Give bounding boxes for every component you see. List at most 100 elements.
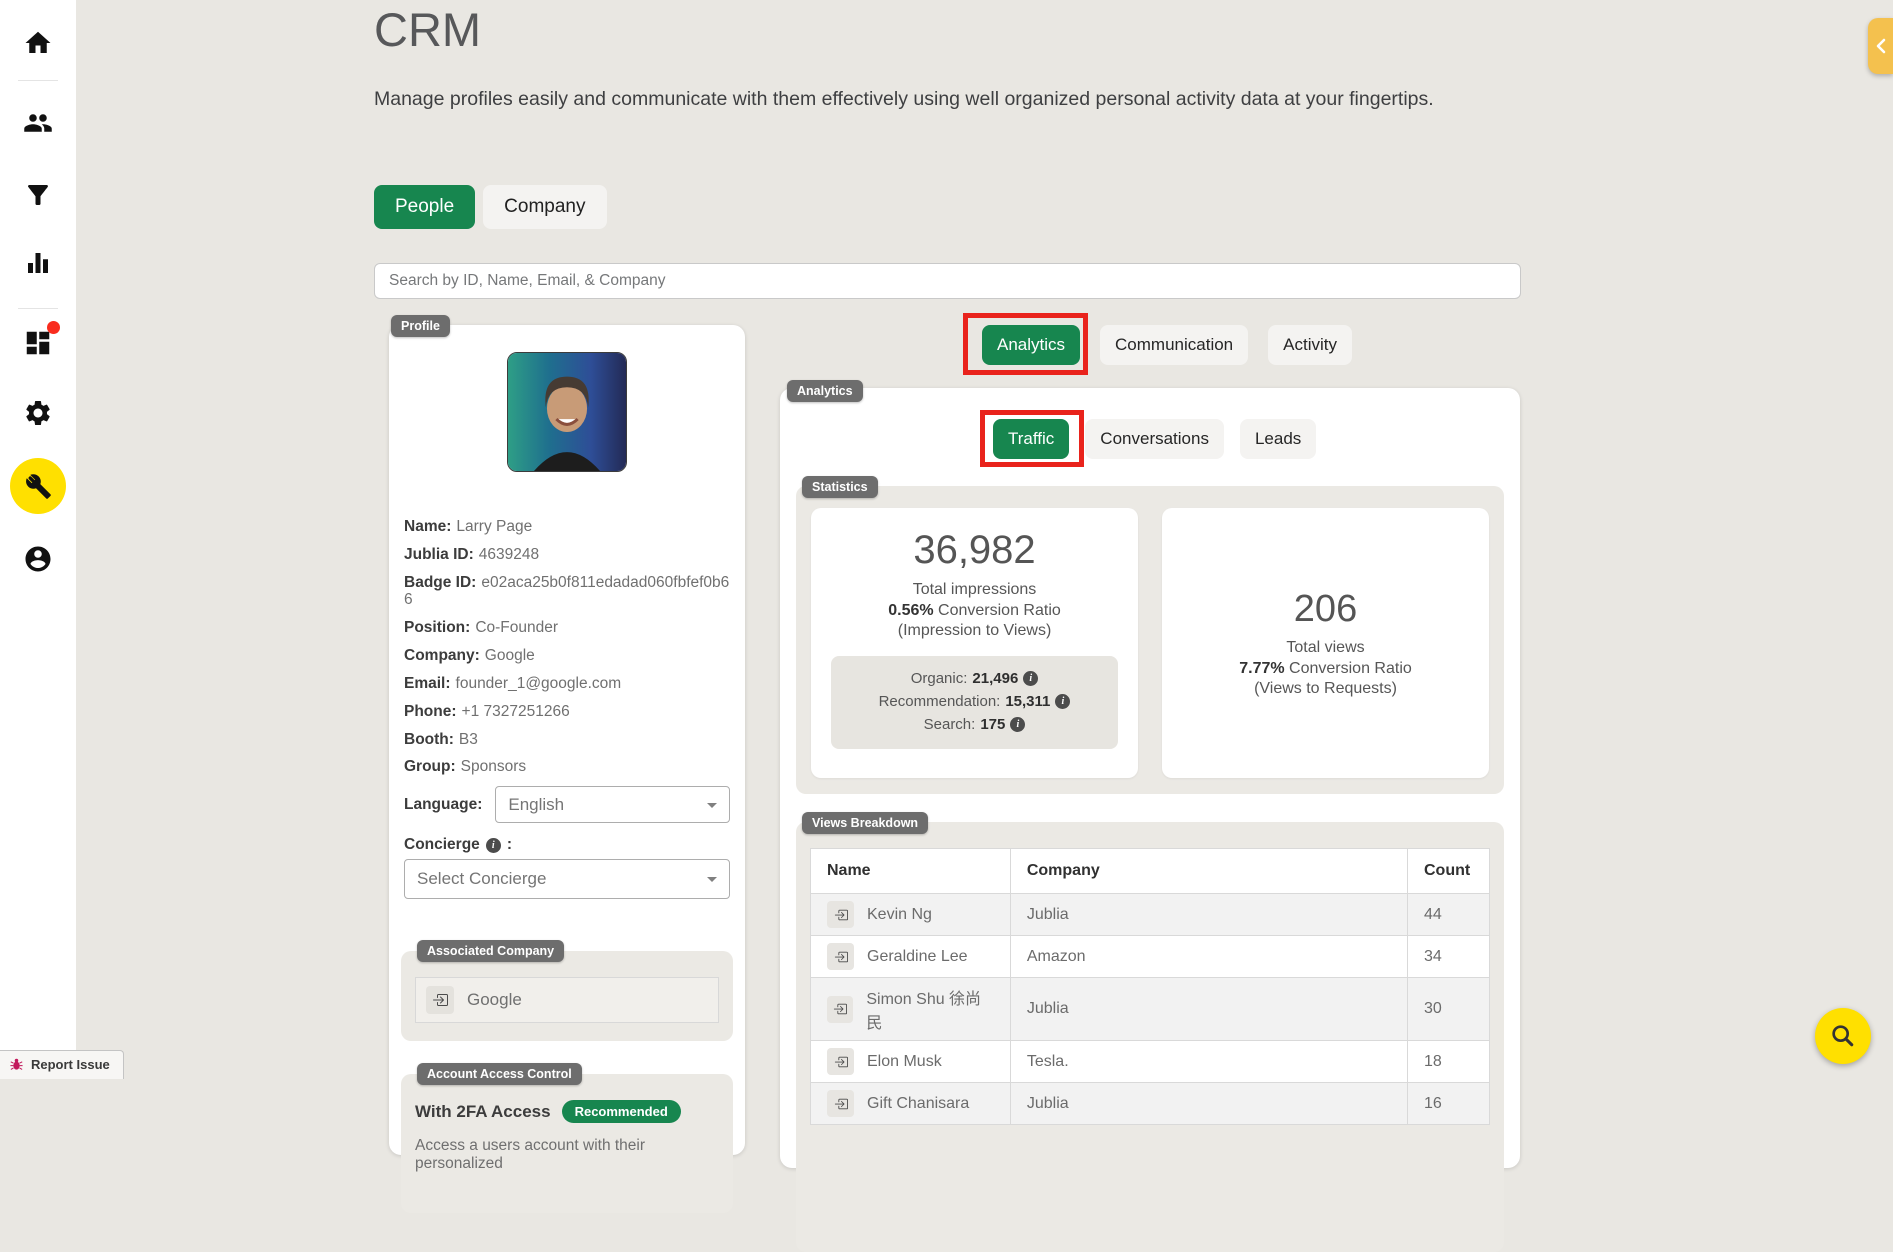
impression-breakdown-line: Search: 175 i [837,716,1112,733]
row-name: Simon Shu 徐尚民 [866,985,994,1033]
entity-toggle: People Company [374,185,607,229]
concierge-label: Concierge [404,836,480,854]
row-name: Geraldine Lee [867,948,968,966]
tab-analytics[interactable]: Analytics [982,325,1080,365]
ratio-value: 0.56% [888,602,933,619]
breakdown-value: 175 [980,716,1005,733]
tab-traffic[interactable]: Traffic [993,419,1069,459]
profile-field: Badge ID:e02aca25b0f811edadad060fbfef0b6… [404,574,730,610]
profile-field: Booth:B3 [404,731,730,749]
collapse-panel-tab[interactable] [1868,18,1893,74]
impressions-card: 36,982 Total impressions 0.56% Conversio… [811,508,1138,778]
open-profile-button[interactable] [827,901,854,928]
views-breakdown-badge: Views Breakdown [802,812,928,834]
sidebar [0,0,76,1079]
table-row: Elon Musk Tesla. 18 [811,1041,1490,1083]
open-profile-button[interactable] [827,943,854,970]
field-value: Sponsors [461,758,526,775]
impression-breakdown-line: Recommendation: 15,311 i [837,693,1112,710]
filter-icon[interactable] [23,180,53,210]
total-views-value: 206 [1294,588,1357,631]
row-count: 44 [1408,894,1490,936]
field-label: Position: [404,619,470,636]
people-toggle-button[interactable]: People [374,185,475,229]
views-breakdown-table: Name Company Count [810,848,1490,1125]
open-profile-button[interactable] [827,1090,854,1117]
concierge-placeholder: Select Concierge [417,869,546,889]
breakdown-label: Search: [924,716,976,733]
impressions-ratio-note: (Impression to Views) [811,622,1138,640]
open-profile-button[interactable] [827,996,853,1023]
field-value: Larry Page [456,518,532,535]
column-header-count: Count [1408,849,1490,894]
field-label: Phone: [404,703,457,720]
associated-company-row[interactable]: Google [415,977,719,1023]
bar-chart-icon[interactable] [23,248,53,278]
row-name: Elon Musk [867,1053,942,1071]
tfa-row: With 2FA Access Recommended [415,1100,719,1123]
tools-icon[interactable] [10,458,66,514]
tab-leads[interactable]: Leads [1240,419,1316,459]
analytics-panel: Analytics Traffic Conversations Leads St… [780,388,1520,1168]
total-impressions-value: 36,982 [811,528,1138,573]
language-select[interactable]: English [495,786,730,823]
field-value: Google [485,647,535,664]
breakdown-value: 15,311 [1005,693,1050,710]
total-views-label: Total views [1286,639,1364,657]
page-title: CRM [374,2,481,57]
impressions-breakdown: Organic: 21,496 i Recommendation: 15,311… [831,656,1118,749]
info-icon[interactable]: i [1010,717,1025,732]
open-company-icon [426,986,454,1014]
account-icon[interactable] [23,544,53,574]
field-label: Email: [404,675,451,692]
views-conversion-ratio: 7.77% Conversion Ratio [1239,660,1412,678]
field-value: +1 7327251266 [462,703,570,720]
settings-icon[interactable] [23,398,53,428]
info-icon[interactable]: i [486,838,501,853]
total-impressions-label: Total impressions [811,581,1138,599]
table-row: Geraldine Lee Amazon 34 [811,936,1490,978]
field-label: Name: [404,518,451,535]
tab-communication[interactable]: Communication [1100,325,1248,365]
language-row: Language: English [404,786,730,823]
associated-company-list: Google [415,977,719,1023]
concierge-colon: : [507,836,512,854]
account-access-badge: Account Access Control [417,1063,582,1085]
ratio-value: 7.77% [1239,660,1284,677]
table-header-row: Name Company Count [811,849,1490,894]
people-icon[interactable] [23,108,53,138]
open-profile-button[interactable] [827,1048,854,1075]
bug-icon [9,1057,24,1072]
column-header-name: Name [811,849,1011,894]
statistics-section: Statistics 36,982 Total impressions 0.56… [796,486,1504,794]
breakdown-label: Recommendation: [879,693,1001,710]
tab-conversations[interactable]: Conversations [1085,419,1224,459]
notification-dot [47,321,60,334]
column-header-company: Company [1010,849,1407,894]
field-value: 4639248 [479,546,539,563]
views-ratio-note: (Views to Requests) [1254,680,1397,698]
dashboard-icon[interactable] [23,328,53,358]
info-icon[interactable]: i [1055,694,1070,709]
field-label: Group: [404,758,456,775]
info-icon[interactable]: i [1023,671,1038,686]
language-label: Language: [404,796,482,814]
analytics-sub-tabs: Traffic Conversations Leads [993,419,1316,459]
company-toggle-button[interactable]: Company [483,185,606,229]
home-icon[interactable] [23,28,53,58]
concierge-select[interactable]: Select Concierge [404,859,730,899]
tab-activity[interactable]: Activity [1268,325,1352,365]
main-tabs: Analytics Communication Activity [982,325,1352,365]
associated-company-section: Associated Company Google [401,951,733,1041]
report-issue-button[interactable]: Report Issue [0,1050,124,1079]
row-count: 34 [1408,936,1490,978]
page-subtitle: Manage profiles easily and communicate w… [374,88,1434,111]
row-count: 16 [1408,1083,1490,1125]
company-name: Google [467,990,522,1010]
floating-search-button[interactable] [1815,1008,1871,1064]
search-input[interactable] [374,263,1521,299]
field-label: Badge ID: [404,574,476,591]
statistics-badge: Statistics [802,476,878,498]
views-breakdown-section: Views Breakdown Name Company Count [796,822,1504,1252]
tfa-heading: With 2FA Access [415,1102,551,1122]
